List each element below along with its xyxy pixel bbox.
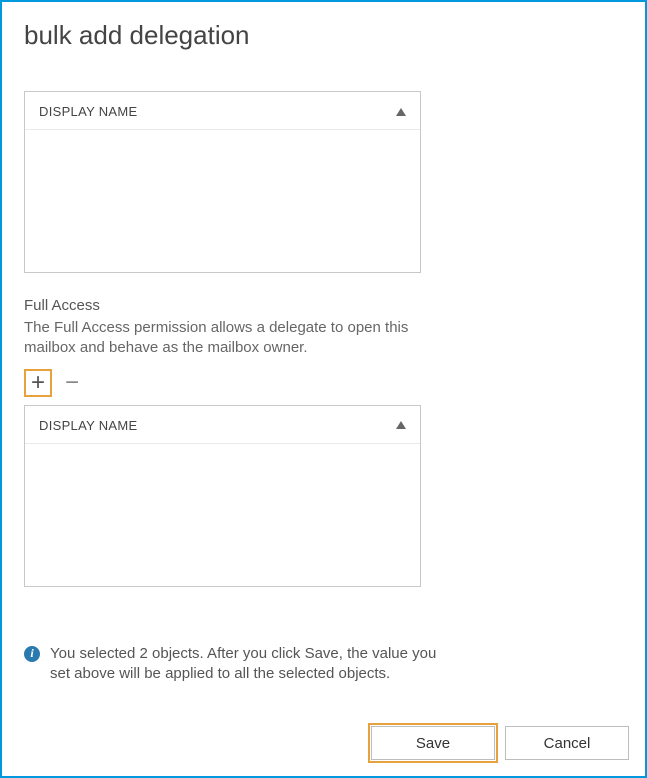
grid-body-empty <box>25 444 420 586</box>
full-access-toolbar: + − <box>24 369 623 397</box>
plus-icon: + <box>31 371 45 395</box>
sort-ascending-icon <box>396 108 406 116</box>
grid-body-empty <box>25 130 420 272</box>
dialog-buttons: Save Cancel <box>371 726 629 760</box>
full-access-description: The Full Access permission allows a dele… <box>24 318 444 359</box>
info-message: i You selected 2 objects. After you clic… <box>24 644 584 685</box>
column-header-display-name: DISPLAY NAME <box>39 418 138 433</box>
grid-header[interactable]: DISPLAY NAME <box>25 406 420 444</box>
send-as-grid: DISPLAY NAME <box>24 91 421 273</box>
info-text: You selected 2 objects. After you click … <box>50 644 460 685</box>
sort-ascending-icon <box>396 421 406 429</box>
save-button[interactable]: Save <box>371 726 495 760</box>
minus-icon: − <box>65 371 79 395</box>
add-button[interactable]: + <box>24 369 52 397</box>
full-access-label: Full Access <box>24 297 623 314</box>
grid-header[interactable]: DISPLAY NAME <box>25 92 420 130</box>
column-header-display-name: DISPLAY NAME <box>39 104 138 119</box>
page-title: bulk add delegation <box>24 20 623 51</box>
remove-button[interactable]: − <box>58 369 86 397</box>
full-access-grid: DISPLAY NAME <box>24 405 421 587</box>
info-icon: i <box>24 646 40 662</box>
cancel-button[interactable]: Cancel <box>505 726 629 760</box>
